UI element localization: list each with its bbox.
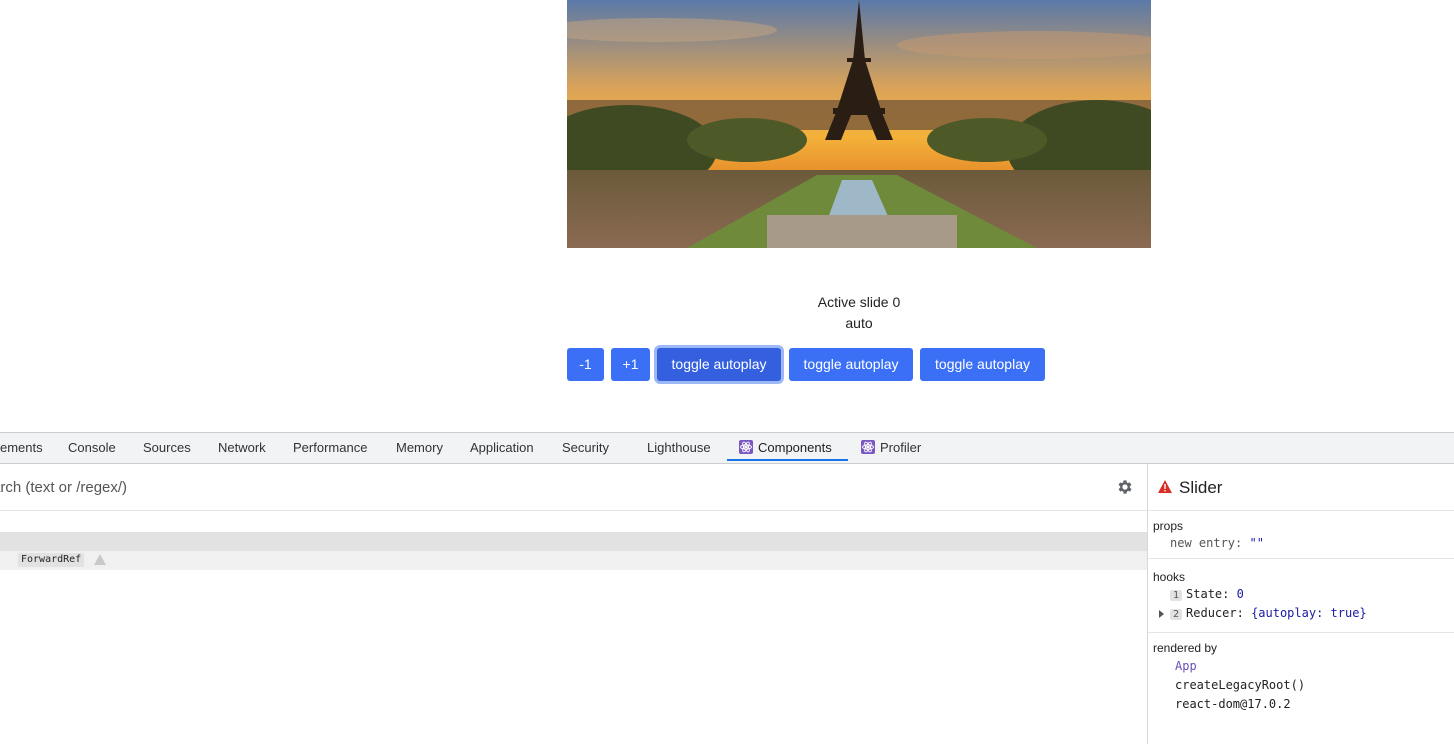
react-icon [739,440,753,454]
rendered-by-app-link[interactable]: App [1175,659,1197,673]
gear-icon[interactable] [1116,478,1134,496]
inspector-pane: Slider props new entry: "" hooks 1 State:… [1148,464,1454,744]
tab-components-label: Components [758,440,832,455]
tab-network[interactable]: Network [218,433,266,463]
devtools-panel: ements Console Sources Network Performan… [0,432,1454,744]
tab-profiler-label: Profiler [880,440,922,455]
hook-state[interactable]: 1 State: 0 [1170,587,1244,601]
tab-memory[interactable]: Memory [396,433,443,463]
react-icon [861,440,875,454]
tree-row-selected[interactable] [0,532,1147,551]
tree-row[interactable]: er ForwardRef [0,551,1147,570]
toggle-autoplay-button-3[interactable]: toggle autoplay [920,348,1045,381]
tab-performance[interactable]: Performance [293,433,367,463]
slide-image-eiffel-tower [567,0,1151,248]
autoplay-mode-text: auto [845,315,873,331]
component-search-input[interactable] [0,476,1082,498]
warning-icon [94,554,106,565]
component-search-bar [0,464,1147,511]
rendered-by-label: rendered by [1153,641,1218,655]
active-slide-text: Active slide 0 [817,294,901,310]
warning-icon [1158,480,1172,493]
hook-value: 0 [1236,587,1244,601]
app-viewport: Active slide 0 auto -1 +1 toggle autopla… [0,0,1454,432]
tab-security[interactable]: Security [562,433,609,463]
inspected-component-title: Slider [1179,478,1223,497]
tab-profiler[interactable]: Profiler [861,433,921,463]
hook-key: Reducer [1186,606,1237,620]
tab-elements[interactable]: ements [0,433,43,463]
prop-key: new entry [1170,536,1236,550]
tab-lighthouse[interactable]: Lighthouse [647,433,711,463]
toggle-autoplay-button-2[interactable]: toggle autoplay [789,348,913,381]
tab-sources[interactable]: Sources [143,433,191,463]
prev-slide-button[interactable]: -1 [567,348,604,381]
hook-index: 1 [1170,590,1183,601]
rendered-by-root: createLegacyRoot() [1175,678,1306,692]
hook-index: 2 [1170,609,1183,620]
component-tree-pane: er ForwardRef [0,464,1147,744]
props-label: props [1153,519,1184,533]
toggle-autoplay-button-1[interactable]: toggle autoplay [657,348,781,381]
tab-console[interactable]: Console [68,433,116,463]
prop-entry[interactable]: new entry: "" [1170,536,1264,550]
expand-caret-icon[interactable] [1159,610,1164,618]
devtools-tabbar: ements Console Sources Network Performan… [0,433,1454,464]
section-divider [1148,632,1454,633]
inspector-header: Slider [1148,464,1454,511]
hook-key: State [1186,587,1223,601]
hook-reducer[interactable]: 2 Reducer: {autoplay: true} [1170,606,1367,620]
forwardref-badge: ForwardRef [18,553,85,567]
tab-application[interactable]: Application [470,433,534,463]
tab-components[interactable]: Components [727,433,848,461]
next-slide-button[interactable]: +1 [611,348,650,381]
hook-value: {autoplay: true} [1251,606,1367,620]
hooks-label: hooks [1153,570,1186,584]
prop-value: "" [1249,536,1264,550]
section-divider [1148,558,1454,559]
rendered-by-version: react-dom@17.0.2 [1175,697,1291,711]
